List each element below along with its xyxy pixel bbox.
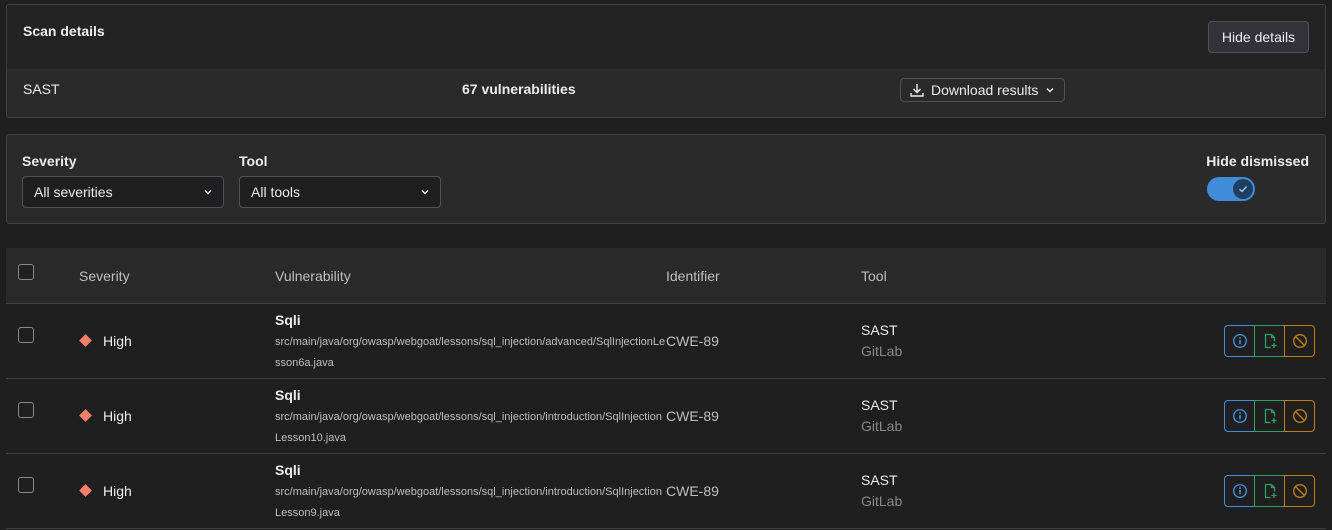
row-checkbox[interactable] (18, 477, 34, 493)
table-row[interactable]: High Sqli src/main/java/org/owasp/webgoa… (6, 304, 1326, 379)
create-issue-button[interactable] (1254, 475, 1285, 507)
vulnerability-file-path: src/main/java/org/owasp/webgoat/lessons/… (275, 336, 666, 369)
more-info-button[interactable] (1224, 325, 1255, 357)
column-header-severity[interactable]: Severity (79, 268, 130, 284)
row-actions (1224, 325, 1315, 357)
severity-text: High (103, 333, 132, 349)
cancel-icon (1292, 408, 1307, 424)
identifier: CWE-89 (666, 408, 719, 424)
tool-vendor: GitLab (861, 493, 903, 509)
row-checkbox[interactable] (18, 327, 34, 343)
table-header: Severity Vulnerability Identifier Tool (6, 248, 1326, 304)
tool-name: SAST (861, 322, 898, 338)
dismiss-button[interactable] (1284, 475, 1315, 507)
severity-filter-value: All severities (34, 184, 113, 200)
severity-text: High (103, 483, 132, 499)
cancel-icon (1292, 333, 1307, 349)
info-icon (1232, 483, 1247, 499)
create-issue-button[interactable] (1254, 400, 1285, 432)
chevron-down-icon (204, 190, 212, 195)
create-issue-button[interactable] (1254, 325, 1285, 357)
tool-filter-value: All tools (251, 184, 301, 200)
scan-type-label: SAST (23, 81, 60, 97)
info-icon (1232, 333, 1247, 349)
tool-name: SAST (861, 397, 898, 413)
severity-filter-select[interactable]: All severities (22, 176, 224, 208)
vulnerability-title[interactable]: Sqli (275, 462, 301, 478)
severity-high-icon (79, 484, 92, 497)
hide-dismissed-toggle[interactable] (1207, 177, 1255, 201)
row-actions (1224, 475, 1315, 507)
more-info-button[interactable] (1224, 400, 1255, 432)
chevron-down-icon (421, 190, 429, 195)
tool-filter-select[interactable]: All tools (239, 176, 441, 208)
dismiss-button[interactable] (1284, 400, 1315, 432)
hide-details-button[interactable]: Hide details (1208, 21, 1309, 53)
filters-panel: Severity All severities Tool All tools H… (6, 134, 1326, 224)
cancel-icon (1292, 483, 1307, 499)
download-results-label: Download results (931, 82, 1039, 98)
select-all-checkbox[interactable] (18, 264, 34, 280)
issue-new-icon (1264, 333, 1276, 349)
scan-summary-row: SAST 67 vulnerabilities Download results (7, 69, 1325, 117)
severity-filter-label: Severity (22, 153, 77, 169)
toggle-knob (1233, 179, 1253, 199)
table-row[interactable]: High Sqli src/main/java/org/owasp/webgoa… (6, 379, 1326, 454)
column-header-identifier: Identifier (666, 268, 720, 284)
hide-dismissed-label: Hide dismissed (1206, 153, 1309, 169)
issue-new-icon (1264, 408, 1276, 424)
scan-details-title: Scan details (23, 23, 105, 39)
tool-vendor: GitLab (861, 343, 903, 359)
download-results-button[interactable]: Download results (900, 78, 1065, 102)
table-row[interactable]: High Sqli src/main/java/org/owasp/webgoa… (6, 454, 1326, 529)
vulnerability-count: 67 vulnerabilities (462, 81, 576, 97)
info-icon (1232, 408, 1247, 424)
vulnerability-title[interactable]: Sqli (275, 312, 301, 328)
more-info-button[interactable] (1224, 475, 1255, 507)
chevron-down-icon (1046, 88, 1054, 93)
check-icon (1239, 186, 1248, 193)
vulnerability-table: Severity Vulnerability Identifier Tool H… (6, 248, 1326, 529)
vulnerability-title[interactable]: Sqli (275, 387, 301, 403)
dismiss-button[interactable] (1284, 325, 1315, 357)
column-header-vulnerability[interactable]: Vulnerability (275, 268, 351, 284)
download-icon (910, 84, 924, 97)
severity-high-icon (79, 409, 92, 422)
tool-vendor: GitLab (861, 418, 903, 434)
identifier: CWE-89 (666, 483, 719, 499)
issue-new-icon (1264, 483, 1276, 499)
vulnerability-file-path: src/main/java/org/owasp/webgoat/lessons/… (275, 486, 663, 519)
tool-filter-label: Tool (239, 153, 268, 169)
row-actions (1224, 400, 1315, 432)
vulnerability-file-path: src/main/java/org/owasp/webgoat/lessons/… (275, 411, 663, 444)
identifier: CWE-89 (666, 333, 719, 349)
column-header-tool: Tool (861, 268, 887, 284)
row-checkbox[interactable] (18, 402, 34, 418)
scan-details-panel: Scan details Hide details SAST 67 vulner… (6, 4, 1326, 118)
severity-high-icon (79, 334, 92, 347)
severity-text: High (103, 408, 132, 424)
tool-name: SAST (861, 472, 898, 488)
scan-details-header: Scan details Hide details (7, 5, 1325, 69)
